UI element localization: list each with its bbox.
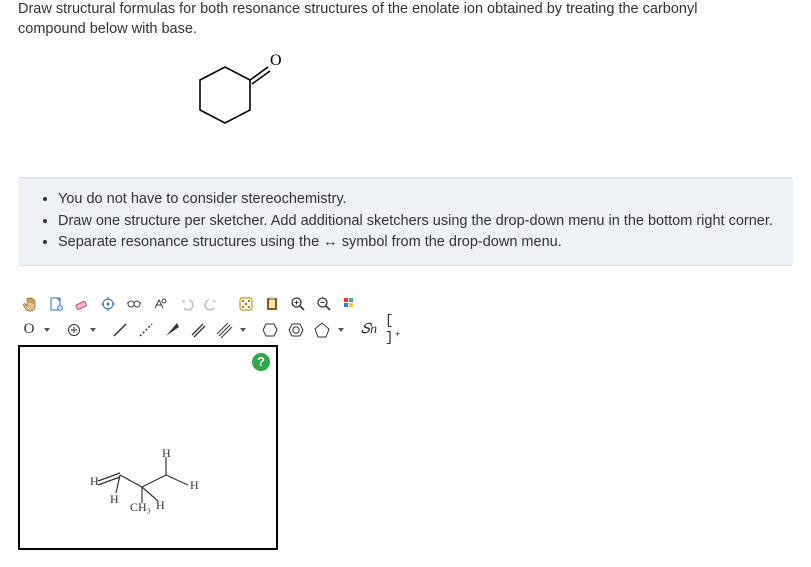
- help-button[interactable]: ?: [252, 353, 270, 371]
- sketcher-canvas[interactable]: ? H H H H H: [18, 345, 278, 550]
- question-line1: Draw structural formulas for both resona…: [18, 1, 697, 17]
- double-bond-button[interactable]: [186, 318, 210, 342]
- benzene-button[interactable]: [284, 318, 308, 342]
- eraser-button[interactable]: [70, 292, 94, 316]
- toolbar-row-1: [18, 292, 418, 316]
- instruction-item: Separate resonance structures using the …: [58, 233, 779, 253]
- atom-label-H: H: [90, 474, 99, 488]
- charge-dropdown[interactable]: [88, 318, 98, 342]
- document-button[interactable]: [44, 292, 68, 316]
- hand-tool-button[interactable]: [18, 292, 42, 316]
- instruction-item: You do not have to consider stereochemis…: [58, 190, 779, 210]
- atom-label-H: H: [110, 492, 119, 506]
- redo-button[interactable]: [200, 292, 224, 316]
- chain-button[interactable]: 𝑆n: [356, 318, 382, 342]
- bond-dropdown[interactable]: [238, 318, 248, 342]
- center-button[interactable]: [96, 292, 120, 316]
- single-bond-button[interactable]: [108, 318, 132, 342]
- paste-button[interactable]: [260, 292, 284, 316]
- color-button[interactable]: [338, 292, 362, 316]
- drawn-structure[interactable]: H H H H H CH₃: [80, 445, 230, 519]
- view-button[interactable]: [122, 292, 146, 316]
- atom-label-H: H: [156, 498, 165, 512]
- given-molecule: O: [0, 45, 811, 165]
- zoom-out-button[interactable]: [312, 292, 336, 316]
- instruction-item: Draw one structure per sketcher. Add add…: [58, 212, 779, 232]
- dice-button[interactable]: [234, 292, 258, 316]
- cyclopentane-button[interactable]: [310, 318, 334, 342]
- clean-button[interactable]: [148, 292, 172, 316]
- instructions-panel: You do not have to consider stereochemis…: [18, 177, 793, 266]
- charge-button[interactable]: [62, 318, 86, 342]
- ring-dropdown[interactable]: [336, 318, 346, 342]
- question-prompt: Draw structural formulas for both resona…: [0, 0, 811, 45]
- question-line2: compound below with base.: [18, 21, 197, 37]
- atom-label-CH3: CH₃: [130, 500, 151, 514]
- zoom-in-button[interactable]: [286, 292, 310, 316]
- cyclohexane-button[interactable]: [258, 318, 282, 342]
- bracket-button[interactable]: [ ]⁺: [384, 318, 410, 342]
- triple-bond-button[interactable]: [212, 318, 236, 342]
- sketcher: O 𝑆n [ ]⁺ ?: [18, 292, 418, 550]
- atom-label-H: H: [162, 446, 171, 460]
- dashed-bond-button[interactable]: [134, 318, 158, 342]
- atom-label-H: H: [190, 478, 199, 492]
- undo-button[interactable]: [174, 292, 198, 316]
- toolbar-row-2: O 𝑆n [ ]⁺: [18, 318, 418, 342]
- oxygen-label: O: [270, 52, 282, 69]
- atom-dropdown[interactable]: [42, 318, 52, 342]
- wedge-bond-button[interactable]: [160, 318, 184, 342]
- atom-picker-button[interactable]: O: [18, 318, 40, 342]
